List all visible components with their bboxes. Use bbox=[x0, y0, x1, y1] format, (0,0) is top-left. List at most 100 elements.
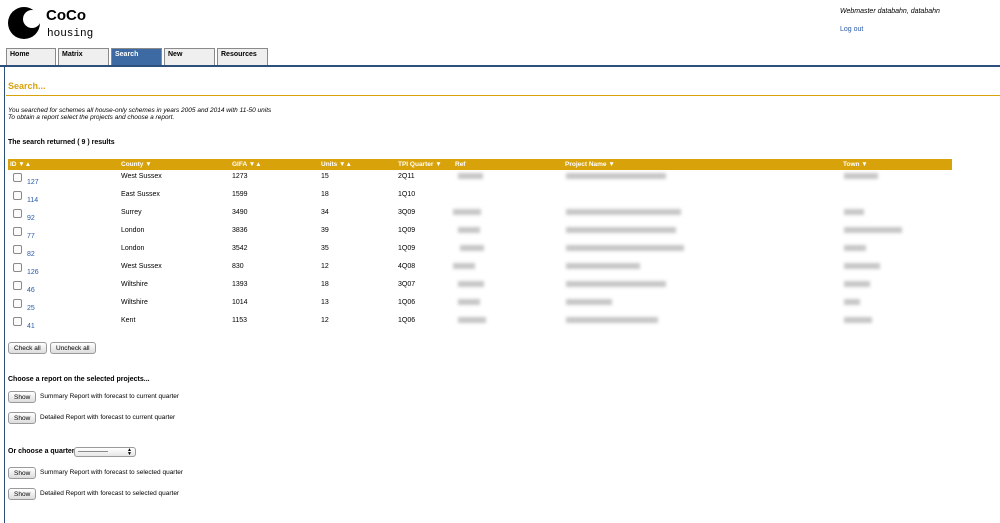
row-gifa: 1273 bbox=[232, 173, 248, 180]
table-row: 92 Surrey 3490 34 3Q09 bbox=[8, 206, 952, 224]
redacted-town bbox=[844, 281, 870, 287]
coco-housing-logo[interactable]: CoCo housing bbox=[6, 3, 106, 43]
table-row: 126 West Sussex 830 12 4Q08 bbox=[8, 260, 952, 278]
redacted-town bbox=[844, 209, 864, 215]
row-units: 18 bbox=[321, 281, 329, 288]
table-row: 82 London 3542 35 1Q09 bbox=[8, 242, 952, 260]
row-tpi: 1Q06 bbox=[398, 317, 416, 324]
logout-link[interactable]: Log out bbox=[840, 26, 940, 33]
row-county: West Sussex bbox=[121, 263, 162, 270]
row-county: Kent bbox=[121, 317, 136, 324]
row-checkbox[interactable] bbox=[13, 299, 22, 308]
title-divider bbox=[6, 95, 1000, 96]
row-county: West Sussex bbox=[121, 173, 162, 180]
row-id-link[interactable]: 77 bbox=[27, 233, 35, 240]
show-summary-current-button[interactable]: Show bbox=[8, 391, 37, 403]
logo-mark-icon: CoCo housing bbox=[8, 7, 93, 40]
row-gifa: 3542 bbox=[232, 245, 248, 252]
search-criteria-text: You searched for schemes all house-only … bbox=[8, 107, 272, 114]
redacted-town bbox=[844, 245, 866, 251]
row-tpi: 3Q07 bbox=[398, 281, 416, 288]
tab-resources[interactable]: Resources bbox=[217, 48, 268, 66]
redacted-ref bbox=[458, 227, 480, 233]
search-description: You searched for schemes all house-only … bbox=[8, 107, 271, 121]
check-all-button[interactable]: Check all bbox=[8, 342, 47, 354]
header-town[interactable]: Town ▼ bbox=[843, 161, 868, 168]
tab-home[interactable]: Home bbox=[6, 48, 56, 66]
summary-current-label: Summary Report with forecast to current … bbox=[40, 393, 180, 400]
row-checkbox[interactable] bbox=[13, 281, 22, 290]
row-checkbox[interactable] bbox=[13, 227, 22, 236]
header-id[interactable]: ID ▼▲ bbox=[10, 161, 31, 168]
show-detailed-current-button[interactable]: Show bbox=[8, 412, 37, 424]
page-title: Search... bbox=[8, 81, 46, 91]
table-row: 127 West Sussex 1273 15 2Q11 bbox=[8, 170, 952, 188]
row-gifa: 1014 bbox=[232, 299, 248, 306]
table-row: 114 East Sussex 1599 18 1Q10 bbox=[8, 188, 952, 206]
row-id-link[interactable]: 82 bbox=[27, 251, 35, 258]
report-section-label: Choose a report on the selected projects… bbox=[8, 376, 150, 383]
row-tpi: 1Q06 bbox=[398, 299, 416, 306]
table-row: 46 Wiltshire 1393 18 3Q07 bbox=[8, 278, 952, 296]
row-id-link[interactable]: 92 bbox=[27, 215, 35, 222]
header-county[interactable]: County ▼ bbox=[121, 161, 152, 168]
show-summary-selected-button[interactable]: Show bbox=[8, 467, 37, 479]
row-units: 12 bbox=[321, 263, 329, 270]
row-units: 35 bbox=[321, 245, 329, 252]
quarter-label: Or choose a quarter bbox=[8, 448, 75, 455]
row-id-link[interactable]: 25 bbox=[27, 305, 35, 312]
row-checkbox[interactable] bbox=[13, 263, 22, 272]
header-gifa[interactable]: GIFA ▼▲ bbox=[232, 161, 262, 168]
row-county: Surrey bbox=[121, 209, 142, 216]
select-arrows-icon: ▲ ▼ bbox=[127, 447, 132, 457]
row-units: 39 bbox=[321, 227, 329, 234]
row-gifa: 1599 bbox=[232, 191, 248, 198]
uncheck-all-button[interactable]: Uncheck all bbox=[50, 342, 96, 354]
result-count: The search returned ( 9 ) results bbox=[8, 139, 115, 146]
row-checkbox[interactable] bbox=[13, 209, 22, 218]
row-id-link[interactable]: 41 bbox=[27, 323, 35, 330]
table-row: 41 Kent 1153 12 1Q06 bbox=[8, 314, 952, 332]
row-id-link[interactable]: 127 bbox=[27, 179, 39, 186]
redacted-project-name bbox=[566, 263, 640, 269]
row-checkbox[interactable] bbox=[13, 191, 22, 200]
row-units: 34 bbox=[321, 209, 329, 216]
redacted-project-name bbox=[566, 173, 666, 179]
row-units: 15 bbox=[321, 173, 329, 180]
row-units: 13 bbox=[321, 299, 329, 306]
logo-line1: CoCo bbox=[46, 7, 86, 24]
redacted-ref bbox=[458, 317, 486, 323]
user-box: Webmaster databahn, databahn Log out bbox=[840, 8, 940, 33]
quarter-select[interactable]: ————— ▲ ▼ bbox=[74, 447, 136, 457]
row-tpi: 1Q09 bbox=[398, 245, 416, 252]
row-id-link[interactable]: 114 bbox=[27, 197, 38, 204]
row-id-link[interactable]: 46 bbox=[27, 287, 35, 294]
tab-matrix[interactable]: Matrix bbox=[58, 48, 109, 66]
header-units[interactable]: Units ▼▲ bbox=[321, 161, 352, 168]
row-tpi: 1Q09 bbox=[398, 227, 416, 234]
row-tpi: 3Q09 bbox=[398, 209, 416, 216]
user-name: Webmaster databahn, databahn bbox=[840, 8, 940, 15]
row-gifa: 830 bbox=[232, 263, 244, 270]
row-checkbox[interactable] bbox=[13, 173, 22, 182]
row-checkbox[interactable] bbox=[13, 245, 22, 254]
logo-line2: housing bbox=[47, 28, 93, 40]
header-tpi-quarter[interactable]: TPI Quarter ▼ bbox=[398, 161, 442, 168]
row-units: 18 bbox=[321, 191, 329, 198]
redacted-project-name bbox=[566, 281, 666, 287]
row-gifa: 1393 bbox=[232, 281, 248, 288]
redacted-town bbox=[844, 317, 872, 323]
row-county: Wiltshire bbox=[121, 281, 148, 288]
header-project-name[interactable]: Project Name ▼ bbox=[565, 161, 615, 168]
header-ref: Ref bbox=[455, 161, 466, 168]
tab-search[interactable]: Search bbox=[111, 48, 162, 66]
redacted-project-name bbox=[566, 227, 676, 233]
row-tpi: 1Q10 bbox=[398, 191, 416, 198]
tab-new[interactable]: New bbox=[164, 48, 215, 66]
redacted-town bbox=[844, 173, 878, 179]
redacted-ref bbox=[453, 209, 481, 215]
redacted-project-name bbox=[566, 317, 658, 323]
show-detailed-selected-button[interactable]: Show bbox=[8, 488, 37, 500]
row-checkbox[interactable] bbox=[13, 317, 22, 326]
row-id-link[interactable]: 126 bbox=[27, 269, 39, 276]
